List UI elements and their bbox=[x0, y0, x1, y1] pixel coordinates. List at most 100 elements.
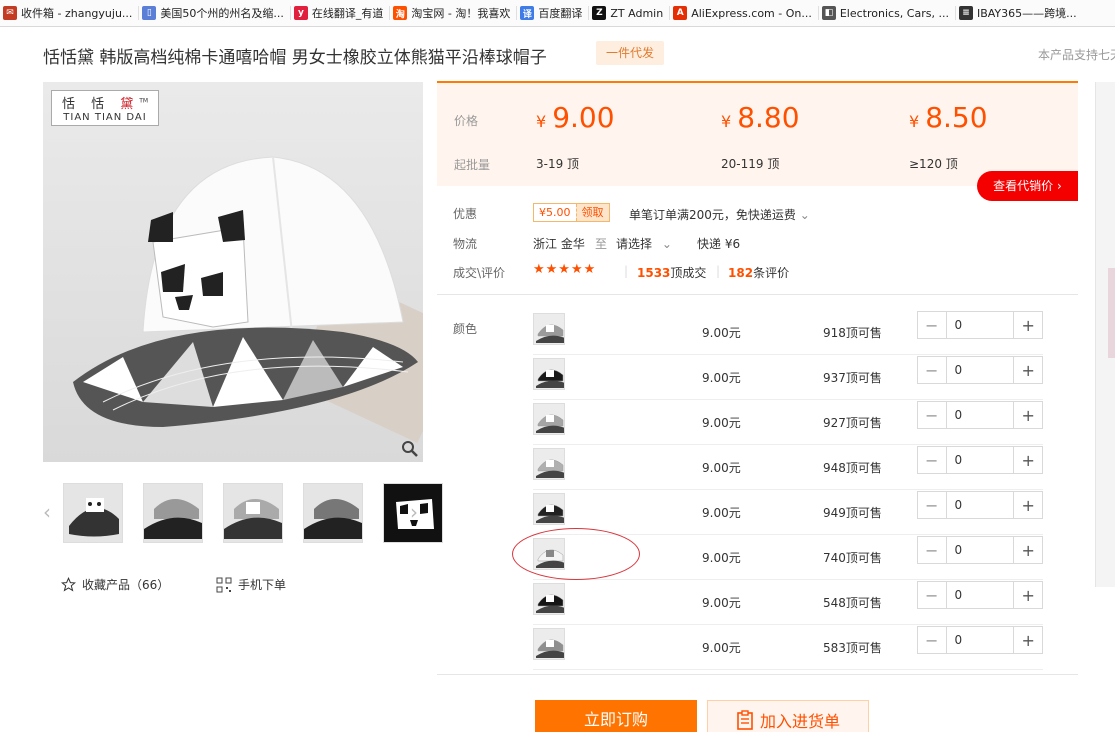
bookmark-item[interactable]: 淘淘宝网 - 淘！我喜欢 bbox=[390, 0, 516, 26]
sku-stock-suffix: 顶可售 bbox=[845, 506, 882, 520]
decrement-button[interactable]: − bbox=[918, 357, 946, 383]
increment-button[interactable]: + bbox=[1014, 312, 1042, 338]
quantity-input[interactable]: 0 bbox=[945, 447, 1015, 473]
bookmark-item[interactable]: ▯ 美国50个州的州名及缩... bbox=[139, 0, 290, 26]
quantity-stepper: −0 + bbox=[917, 491, 1043, 519]
main-product-image[interactable]: 恬 恬 黛TM TIAN TIAN DAI bbox=[43, 82, 423, 462]
bookmark-item[interactable]: 译百度翻译 bbox=[517, 0, 588, 26]
deal-count-value: 1533 bbox=[637, 266, 671, 280]
bookmark-item[interactable]: ≡ IBAY365——跨境... bbox=[956, 0, 1083, 26]
moq-label: 起批量 bbox=[454, 158, 491, 172]
bookmark-item[interactable]: ◧ Electronics, Cars, ... bbox=[819, 0, 955, 26]
bookmark-item[interactable]: y 在线翻译_有道 bbox=[291, 0, 390, 26]
quantity-stepper: −0 + bbox=[917, 581, 1043, 609]
decrement-button[interactable]: − bbox=[918, 627, 946, 653]
sku-thumbnail[interactable] bbox=[533, 493, 565, 525]
increment-button[interactable]: + bbox=[1014, 492, 1042, 518]
rating-stars: ★★★★★ bbox=[533, 262, 597, 277]
quantity-input[interactable]: 0 bbox=[945, 492, 1015, 518]
sku-thumbnail[interactable] bbox=[533, 313, 565, 345]
price-value: 8.80 bbox=[737, 101, 800, 134]
color-label: 颜色 bbox=[453, 322, 478, 336]
sku-price: 9.00元 bbox=[702, 551, 741, 565]
increment-button[interactable]: + bbox=[1014, 447, 1042, 473]
quantity-stepper: −0 + bbox=[917, 536, 1043, 564]
review-count[interactable]: 182条评价 bbox=[728, 264, 789, 281]
deal-count[interactable]: 1533顶成交 bbox=[637, 264, 706, 281]
shipping-fee: 快递 ¥6 bbox=[697, 237, 741, 251]
increment-button[interactable]: + bbox=[1014, 627, 1042, 653]
promo-label: 优惠 bbox=[453, 207, 478, 221]
buy-now-button[interactable]: 立即订购 bbox=[535, 700, 697, 732]
quantity-input[interactable]: 0 bbox=[945, 537, 1015, 563]
sku-thumbnail[interactable] bbox=[533, 628, 565, 660]
favorite-button[interactable]: 收藏产品（66） bbox=[61, 576, 169, 593]
sku-stock: 937顶可售 bbox=[823, 369, 882, 386]
sku-price: 9.00元 bbox=[702, 416, 741, 430]
thumbnail[interactable] bbox=[303, 483, 363, 543]
coupon-get-button[interactable]: 领取 bbox=[575, 204, 609, 221]
sku-row: 9.00元 583顶可售 −0 + bbox=[533, 625, 1043, 670]
sku-thumbnail[interactable] bbox=[533, 583, 565, 615]
decrement-button[interactable]: − bbox=[918, 447, 946, 473]
bookmark-label: IBAY365——跨境... bbox=[976, 7, 1077, 20]
quantity-input[interactable]: 0 bbox=[945, 582, 1015, 608]
sku-stock-value: 740 bbox=[823, 551, 846, 565]
free-shipping-text[interactable]: 单笔订单满200元，免快递运费 ⌄ bbox=[629, 206, 810, 223]
page-icon: ▯ bbox=[142, 6, 157, 20]
sku-thumbnail[interactable] bbox=[533, 448, 565, 480]
bookmark-item[interactable]: Z ZT Admin bbox=[589, 0, 669, 26]
price-tier-1: ¥9.00 bbox=[536, 101, 615, 134]
price-panel: 价格 起批量 ¥9.00 ¥8.80 ¥8.50 3-19 顶 20-119 顶… bbox=[437, 81, 1078, 186]
view-agent-price-button[interactable]: 查看代销价 › bbox=[977, 171, 1078, 201]
decrement-button[interactable]: − bbox=[918, 537, 946, 563]
product-title: 恬恬黛 韩版高档纯棉卡通嘻哈帽 男女士橡胶立体熊猫平沿棒球帽子 bbox=[43, 48, 547, 68]
sku-stock: 918顶可售 bbox=[823, 324, 882, 341]
thumbnail[interactable] bbox=[63, 483, 123, 543]
sku-stock-suffix: 顶可售 bbox=[845, 326, 882, 340]
thumb-prev-arrow[interactable]: ‹ bbox=[43, 500, 51, 524]
bookmark-item[interactable]: ✉ 收件箱 - zhangyuju... bbox=[0, 0, 138, 26]
bookmark-item[interactable]: A AliExpress.com - On... bbox=[670, 0, 818, 26]
quantity-input[interactable]: 0 bbox=[945, 357, 1015, 383]
quantity-input[interactable]: 0 bbox=[945, 312, 1015, 338]
bookmark-label: 在线翻译_有道 bbox=[311, 7, 384, 20]
side-ad-image[interactable] bbox=[1108, 268, 1115, 358]
deals-label: 成交\评价 bbox=[453, 266, 506, 280]
decrement-button[interactable]: − bbox=[918, 312, 946, 338]
sku-stock-suffix: 顶可售 bbox=[845, 461, 882, 475]
sku-price: 9.00元 bbox=[702, 326, 741, 340]
sku-row: 9.00元 918顶可售 −0 + bbox=[533, 310, 1043, 355]
destination-select[interactable]: 请选择 ⌄ bbox=[616, 235, 672, 252]
chevron-right-icon: › bbox=[1057, 179, 1062, 193]
increment-button[interactable]: + bbox=[1014, 402, 1042, 428]
increment-button[interactable]: + bbox=[1014, 357, 1042, 383]
quantity-input[interactable]: 0 bbox=[945, 402, 1015, 428]
sku-thumbnail[interactable] bbox=[533, 403, 565, 435]
ibay-icon: ≡ bbox=[958, 6, 973, 20]
logo-en-text: TIAN TIAN DAI bbox=[63, 112, 147, 123]
increment-button[interactable]: + bbox=[1014, 582, 1042, 608]
decrement-button[interactable]: − bbox=[918, 582, 946, 608]
ebay-icon: ◧ bbox=[821, 6, 836, 20]
thumbnail[interactable] bbox=[143, 483, 203, 543]
thumb-next-arrow[interactable]: › bbox=[410, 500, 418, 524]
zoom-icon[interactable] bbox=[401, 440, 419, 458]
logo-cn-text: 恬 恬 bbox=[61, 97, 121, 112]
mobile-order-button[interactable]: 手机下单 bbox=[216, 576, 286, 593]
decrement-button[interactable]: − bbox=[918, 402, 946, 428]
mail-icon: ✉ bbox=[3, 6, 17, 20]
thumbnail[interactable] bbox=[223, 483, 283, 543]
annotation-circle bbox=[512, 528, 640, 580]
decrement-button[interactable]: − bbox=[918, 492, 946, 518]
sku-price: 9.00元 bbox=[702, 371, 741, 385]
youdao-icon: y bbox=[293, 6, 308, 20]
sku-thumbnail[interactable] bbox=[533, 358, 565, 390]
coupon[interactable]: ¥5.00 领取 bbox=[533, 203, 610, 222]
quantity-stepper: −0 + bbox=[917, 401, 1043, 429]
add-to-cart-button[interactable]: 加入进货单 bbox=[707, 700, 869, 732]
quantity-input[interactable]: 0 bbox=[945, 627, 1015, 653]
chevron-down-icon: ⌄ bbox=[661, 237, 672, 251]
increment-button[interactable]: + bbox=[1014, 537, 1042, 563]
sku-stock: 740顶可售 bbox=[823, 549, 882, 566]
